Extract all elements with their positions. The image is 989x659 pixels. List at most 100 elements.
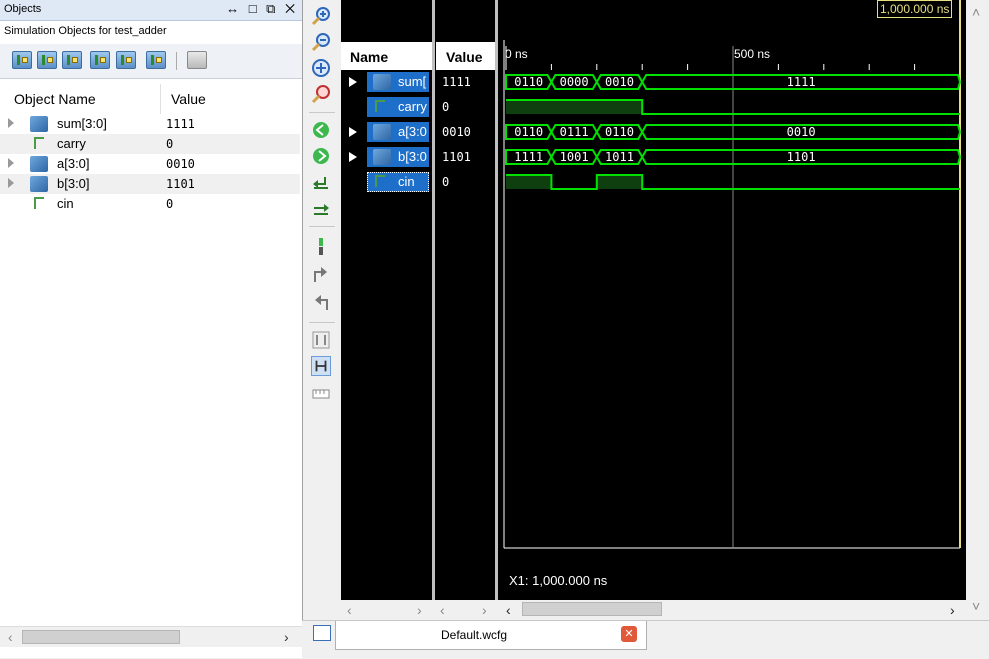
objects-panel-title: Objects — [4, 3, 42, 15]
wave-signal-row-b[interactable]: b[3:0 — [341, 147, 432, 167]
column-object-name[interactable]: Object Name — [14, 91, 96, 107]
bus-signal-icon — [373, 149, 391, 165]
toolbar-separator — [309, 112, 335, 113]
expand-arrow-icon[interactable] — [349, 152, 357, 162]
value-pane-scrollbar[interactable]: ‹ › — [436, 600, 495, 618]
wave-horizontal-scrollbar[interactable]: ‹ › — [498, 600, 966, 618]
swap-cursors-icon[interactable] — [311, 330, 331, 350]
bus-value-label: 0110 — [514, 75, 543, 89]
go-to-last-time-icon[interactable] — [311, 146, 331, 166]
value-column-header[interactable]: Value — [436, 42, 495, 70]
bus-signal-icon — [30, 176, 48, 192]
expand-arrow-icon[interactable] — [8, 158, 14, 168]
previous-transition-icon[interactable] — [311, 172, 331, 192]
wave-signal-row-carry[interactable]: carry — [341, 97, 432, 117]
input-filter-icon[interactable] — [12, 51, 32, 69]
signal-value: 0010 — [442, 125, 471, 139]
signal-name: carry — [398, 99, 427, 114]
objects-horizontal-scrollbar[interactable]: ‹ › — [0, 626, 302, 647]
object-row-b[interactable]: b[3:0] 1101 — [0, 174, 300, 194]
wave-value-cell: 1101 — [436, 147, 495, 167]
settings-icon[interactable] — [187, 51, 207, 69]
expand-arrow-icon[interactable] — [8, 178, 14, 188]
floating-ruler-icon[interactable] — [311, 384, 331, 404]
wave-toolbar — [303, 0, 341, 620]
name-pane-scrollbar[interactable]: ‹ › — [341, 600, 432, 618]
object-row-carry[interactable]: carry 0 — [0, 134, 300, 154]
cursor-readout: X1: 1,000.000 ns — [509, 573, 608, 588]
pane-divider[interactable] — [432, 0, 435, 600]
panel-window-controls[interactable]: ↔ □ ⧉ ✕ — [226, 1, 298, 17]
expand-arrow-icon[interactable] — [349, 77, 357, 87]
waveform-canvas[interactable]: 0110 0000 0010 1111 0110 0111 0110 0010 1111 1001… — [498, 0, 966, 600]
bit-signal-icon — [34, 137, 44, 149]
scroll-left-icon[interactable]: ‹ — [347, 602, 352, 618]
expand-arrow-icon[interactable] — [8, 118, 14, 128]
expand-arrow-icon[interactable] — [349, 127, 357, 137]
variable-filter-icon[interactable] — [146, 51, 166, 69]
scroll-down-icon[interactable]: ˅ — [972, 598, 980, 614]
scrollbar-thumb[interactable] — [522, 602, 662, 616]
zoom-in-icon[interactable] — [311, 6, 331, 26]
bus-signal-icon — [373, 74, 391, 90]
next-marker-icon[interactable] — [311, 292, 331, 312]
zoom-fit-icon[interactable] — [311, 58, 331, 78]
scroll-left-icon[interactable]: ‹ — [506, 602, 511, 618]
constant-filter-icon[interactable] — [116, 51, 136, 69]
object-value: 0010 — [166, 157, 195, 171]
object-value: 1111 — [166, 117, 195, 131]
toolbar-separator — [176, 52, 177, 70]
object-row-cin[interactable]: cin 0 — [0, 194, 300, 214]
bus-value-label: 0000 — [560, 75, 589, 89]
output-filter-icon[interactable] — [37, 51, 57, 69]
objects-column-headers: Object Name Value — [0, 84, 300, 114]
tab-label: Default.wcfg — [441, 628, 508, 642]
snap-to-transition-icon[interactable] — [311, 356, 331, 376]
scroll-right-icon[interactable]: › — [950, 602, 955, 618]
time-ruler-label: 500 ns — [734, 47, 771, 61]
wave-signal-row-cin[interactable]: cin — [341, 172, 432, 192]
bus-value-label: 1111 — [514, 150, 543, 164]
object-name: cin — [57, 196, 74, 211]
toolbar-separator — [309, 226, 335, 227]
object-name: carry — [57, 136, 86, 151]
add-marker-icon[interactable] — [311, 236, 331, 256]
internal-filter-icon[interactable] — [90, 51, 110, 69]
name-header-label: Name — [350, 49, 389, 65]
object-row-a[interactable]: a[3:0] 0010 — [0, 154, 300, 174]
wave-value-cell: 0 — [436, 172, 495, 192]
scrollbar-thumb[interactable] — [22, 630, 180, 644]
scroll-right-icon[interactable]: › — [284, 629, 289, 645]
scroll-left-icon[interactable]: ‹ — [440, 602, 445, 618]
column-value[interactable]: Value — [171, 91, 206, 107]
scroll-right-icon[interactable]: › — [417, 602, 422, 618]
column-separator[interactable] — [160, 84, 161, 114]
scroll-left-icon[interactable]: ‹ — [8, 629, 13, 645]
tab-default-wcfg[interactable]: Default.wcfg ✕ — [335, 621, 647, 650]
next-transition-icon[interactable] — [311, 198, 331, 218]
scroll-up-icon[interactable]: ˄ — [972, 4, 980, 20]
name-column-header[interactable]: Name — [341, 42, 432, 70]
bus-value-label: 1111 — [787, 75, 816, 89]
object-value: 1101 — [166, 177, 195, 191]
previous-marker-icon[interactable] — [311, 264, 331, 284]
cursor-time-label[interactable]: 1,000.000 ns — [877, 0, 953, 18]
wave-vertical-scrollbar[interactable]: ˄ ˅ — [966, 0, 989, 620]
scroll-right-icon[interactable]: › — [482, 602, 487, 618]
bus-value-label: 0010 — [787, 125, 816, 139]
go-to-time-zero-icon[interactable] — [311, 120, 331, 140]
object-row-sum[interactable]: sum[3:0] 1111 — [0, 114, 300, 134]
wave-signal-row-a[interactable]: a[3:0 — [341, 122, 432, 142]
close-icon[interactable]: ✕ — [621, 626, 637, 642]
bus-value-label: 0010 — [605, 75, 634, 89]
signal-value: 1101 — [442, 150, 471, 164]
objects-panel-subtitle: Simulation Objects for test_adder — [4, 25, 167, 37]
inout-filter-icon[interactable] — [62, 51, 82, 69]
zoom-cursor-icon[interactable] — [311, 84, 331, 104]
objects-filter-toolbar — [0, 44, 302, 79]
wave-signal-row-sum[interactable]: sum[ — [341, 72, 432, 92]
bit-signal-icon — [375, 175, 385, 187]
high-level-fill — [596, 175, 643, 189]
zoom-out-icon[interactable] — [311, 32, 331, 52]
object-value: 0 — [166, 197, 174, 211]
